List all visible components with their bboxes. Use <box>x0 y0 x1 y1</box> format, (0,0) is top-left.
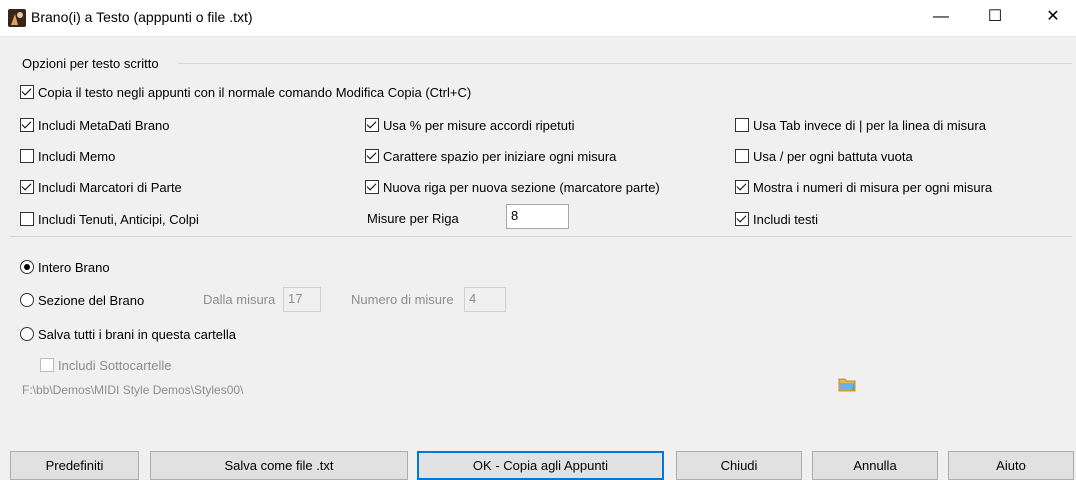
folder-browse-icon[interactable] <box>838 376 856 392</box>
show-bar-numbers-checkbox[interactable]: Mostra i numeri di misura per ogni misur… <box>735 177 992 197</box>
from-bar-input[interactable]: 17 <box>283 287 321 312</box>
checkbox-icon <box>365 180 379 194</box>
options-group-label: Opzioni per testo scritto <box>22 56 159 71</box>
cancel-button[interactable]: Annulla <box>812 451 938 480</box>
checkbox-icon <box>735 212 749 226</box>
close-button[interactable]: Chiudi <box>676 451 802 480</box>
space-char-checkbox[interactable]: Carattere spazio per iniziare ogni misur… <box>365 146 616 166</box>
bars-per-row-label: Misure per Riga <box>367 211 459 226</box>
checkbox-label: Includi Memo <box>38 148 116 164</box>
checkbox-icon <box>40 358 54 372</box>
song-section-radio[interactable]: Sezione del Brano <box>20 290 144 310</box>
checkbox-icon <box>20 212 34 226</box>
app-icon <box>8 9 26 27</box>
maximize-button[interactable]: ☐ <box>972 0 1018 36</box>
checkbox-label: Carattere spazio per iniziare ogni misur… <box>383 148 617 164</box>
num-bars-input[interactable]: 4 <box>464 287 506 312</box>
include-holds-checkbox[interactable]: Includi Tenuti, Anticipi, Colpi <box>20 209 199 229</box>
radio-label: Salva tutti i brani in questa cartella <box>38 326 236 342</box>
minimize-button[interactable]: — <box>918 0 964 36</box>
title-bar: Brano(i) a Testo (apppunti o file .txt) … <box>0 0 1076 37</box>
percent-repeat-checkbox[interactable]: Usa % per misure accordi ripetuti <box>365 115 574 135</box>
help-button[interactable]: Aiuto <box>948 451 1074 480</box>
ok-copy-button[interactable]: OK - Copia agli Appunti <box>417 451 664 480</box>
whole-song-radio[interactable]: Intero Brano <box>20 257 110 277</box>
checkbox-label: Copia il testo negli appunti con il norm… <box>38 84 472 100</box>
group-divider <box>178 63 1072 64</box>
checkbox-label: Mostra i numeri di misura per ogni misur… <box>753 179 993 195</box>
new-line-section-checkbox[interactable]: Nuova riga per nuova sezione (marcatore … <box>365 177 660 197</box>
from-bar-label: Dalla misura <box>203 292 276 307</box>
radio-label: Intero Brano <box>38 259 110 275</box>
include-subfolders-checkbox[interactable]: Includi Sottocartelle <box>40 355 171 375</box>
close-window-button[interactable]: ✕ <box>1030 0 1076 36</box>
include-metadata-checkbox[interactable]: Includi MetaDati Brano <box>20 115 170 135</box>
checkbox-icon <box>735 149 749 163</box>
section-divider <box>10 236 1072 237</box>
checkbox-label: Usa Tab invece di | per la linea di misu… <box>753 117 986 133</box>
save-txt-button[interactable]: Salva come file .txt <box>150 451 408 480</box>
checkbox-icon <box>20 149 34 163</box>
defaults-button[interactable]: Predefiniti <box>10 451 139 480</box>
radio-icon <box>20 327 34 341</box>
bars-per-row-input[interactable]: 8 <box>506 204 569 229</box>
checkbox-icon <box>735 180 749 194</box>
slash-empty-beat-checkbox[interactable]: Usa / per ogni battuta vuota <box>735 146 913 166</box>
copy-clipboard-checkbox[interactable]: Copia il testo negli appunti con il norm… <box>20 82 471 102</box>
checkbox-icon <box>20 180 34 194</box>
checkbox-label: Includi Tenuti, Anticipi, Colpi <box>38 211 199 227</box>
folder-path: F:\bb\Demos\MIDI Style Demos\Styles00\ <box>22 383 244 397</box>
radio-icon <box>20 293 34 307</box>
checkbox-label: Includi testi <box>753 211 819 227</box>
checkbox-label: Usa / per ogni battuta vuota <box>753 148 913 164</box>
checkbox-label: Includi MetaDati Brano <box>38 117 170 133</box>
save-all-songs-radio[interactable]: Salva tutti i brani in questa cartella <box>20 324 236 344</box>
checkbox-icon <box>735 118 749 132</box>
num-bars-label: Numero di misure <box>351 292 454 307</box>
checkbox-label: Includi Sottocartelle <box>58 357 172 373</box>
checkbox-icon <box>365 118 379 132</box>
checkbox-icon <box>20 85 34 99</box>
use-tab-checkbox[interactable]: Usa Tab invece di | per la linea di misu… <box>735 115 986 135</box>
include-memo-checkbox[interactable]: Includi Memo <box>20 146 115 166</box>
include-lyrics-checkbox[interactable]: Includi testi <box>735 209 818 229</box>
include-part-markers-checkbox[interactable]: Includi Marcatori di Parte <box>20 177 182 197</box>
radio-icon <box>20 260 34 274</box>
checkbox-label: Usa % per misure accordi ripetuti <box>383 117 575 133</box>
radio-label: Sezione del Brano <box>38 292 145 308</box>
checkbox-icon <box>365 149 379 163</box>
checkbox-label: Includi Marcatori di Parte <box>38 179 182 195</box>
window-title: Brano(i) a Testo (apppunti o file .txt) <box>31 9 253 25</box>
checkbox-icon <box>20 118 34 132</box>
checkbox-label: Nuova riga per nuova sezione (marcatore … <box>383 179 660 195</box>
